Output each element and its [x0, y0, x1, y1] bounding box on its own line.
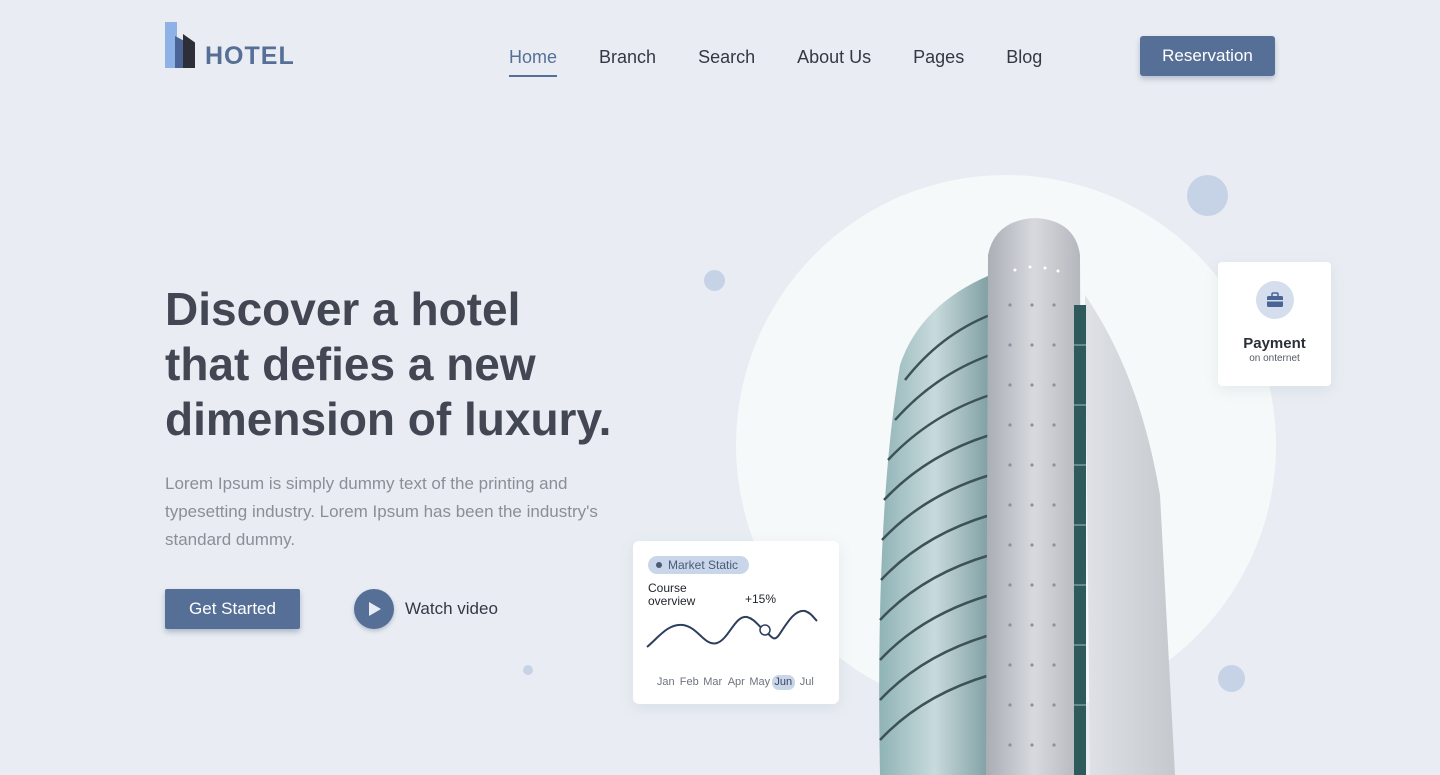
hero-title-line-2: that defies a new	[165, 338, 536, 390]
payment-subtitle: on onternet	[1249, 353, 1300, 364]
hero-title-line-1: Discover a hotel	[165, 283, 521, 335]
nav-item-branch[interactable]: Branch	[599, 46, 656, 77]
building-logo-icon	[165, 22, 195, 68]
hotel-building-image	[879, 218, 1175, 775]
decorative-dot	[704, 270, 725, 291]
market-static-badge: Market Static	[648, 556, 750, 574]
watch-video-button[interactable]: Watch video	[354, 589, 498, 629]
month-label: May	[749, 676, 771, 688]
hero-description: Lorem Ipsum is simply dummy text of the …	[165, 474, 598, 549]
nav-item-about-us[interactable]: About Us	[797, 46, 871, 77]
payment-title: Payment	[1243, 335, 1306, 352]
month-axis: Jan Feb Mar Apr May Jun Jul	[654, 675, 819, 690]
play-icon[interactable]	[354, 589, 394, 629]
decorative-dot	[1218, 665, 1245, 692]
sparkline-marker	[759, 624, 771, 636]
month-label: Jan	[656, 676, 675, 688]
watch-video-label: Watch video	[405, 599, 498, 618]
month-label: Mar	[703, 676, 723, 688]
id-card-icon	[1255, 281, 1294, 319]
month-label: Jul	[799, 676, 814, 688]
nav-item-search[interactable]: Search	[698, 46, 755, 77]
month-label: Feb	[679, 676, 699, 688]
sparkline-chart	[646, 609, 818, 648]
brand-name: HOTEL	[205, 42, 295, 70]
decorative-dot	[1187, 175, 1228, 216]
payment-card[interactable]: Payment on onternet	[1218, 262, 1331, 386]
market-static-card[interactable]: Market Static Course overview +15% Jan F…	[633, 541, 839, 704]
nav-item-blog[interactable]: Blog	[1006, 46, 1042, 77]
decorative-dot	[523, 665, 533, 675]
month-label: Apr	[727, 676, 745, 688]
main-nav: Home Branch Search About Us Pages Blog	[509, 46, 1084, 77]
reservation-button[interactable]: Reservation	[1140, 36, 1275, 76]
brand-logo[interactable]: HOTEL	[165, 20, 295, 70]
month-label-active[interactable]: Jun	[771, 675, 795, 690]
nav-item-pages[interactable]: Pages	[913, 46, 964, 77]
nav-item-home[interactable]: Home	[509, 46, 558, 77]
get-started-button[interactable]: Get Started	[165, 589, 300, 629]
hero-title: Discover a hotel that defies a new dimen…	[165, 282, 645, 447]
hero-title-line-3: dimension of luxury.	[165, 393, 612, 445]
